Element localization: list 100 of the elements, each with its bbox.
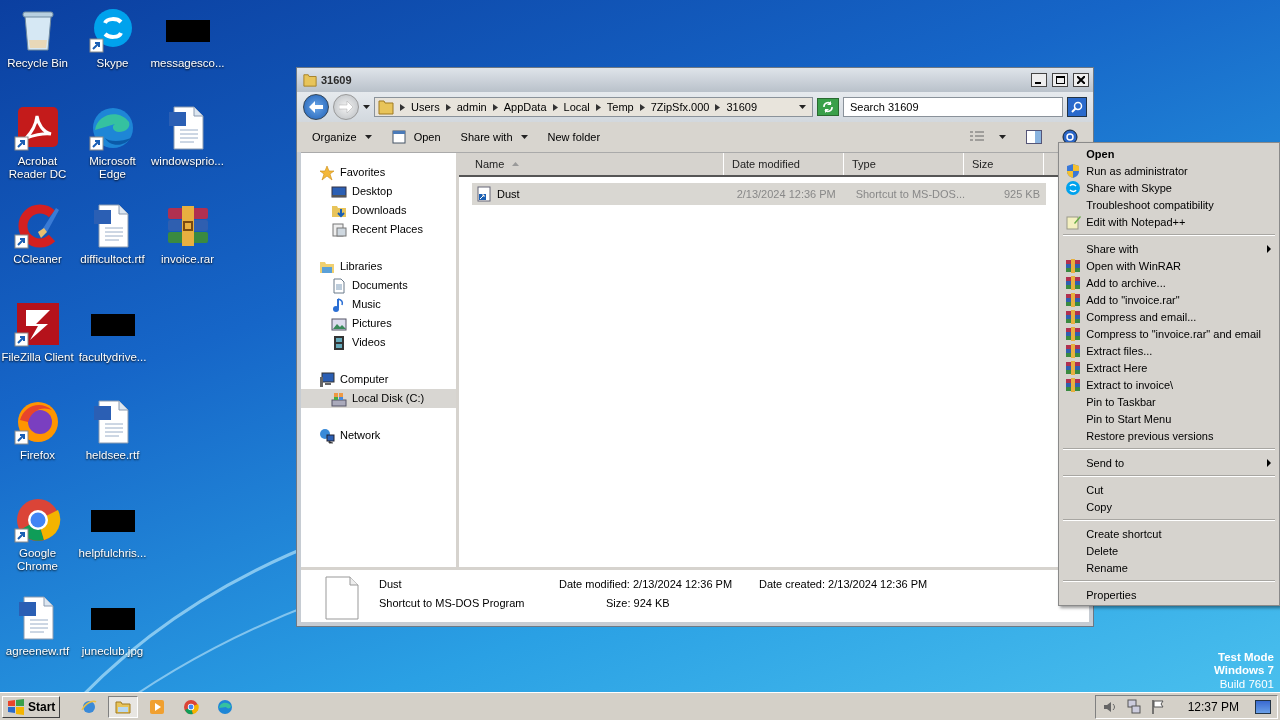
nav-item[interactable]: Desktop [301, 182, 456, 201]
breadcrumb-item[interactable]: Temp [606, 101, 634, 113]
nav-item[interactable]: Recent Places [301, 220, 456, 239]
menu-item[interactable]: Extract files... [1061, 342, 1277, 359]
desktop-shortcut[interactable]: Google Chrome [0, 492, 75, 577]
column-header[interactable]: Type [844, 153, 964, 175]
desktop-shortcut[interactable]: CCleaner [0, 198, 75, 270]
back-button[interactable] [303, 94, 329, 120]
toolbar-button[interactable]: Organize [303, 128, 381, 146]
desktop-shortcut[interactable]: Skype [75, 2, 150, 74]
desktop-shortcut[interactable]: windowsprio... [150, 100, 225, 172]
desktop-shortcut[interactable]: Acrobat Reader DC [0, 100, 75, 185]
desktop-shortcut[interactable]: heldsee.rtf [75, 394, 150, 466]
refresh-icon [822, 101, 834, 113]
breadcrumb-item[interactable]: AppData [503, 101, 547, 113]
search-button[interactable] [1067, 97, 1087, 117]
clock[interactable]: 12:37 PM [1187, 699, 1239, 714]
caret-icon [364, 135, 372, 139]
menu-item[interactable]: Rename [1061, 559, 1277, 576]
menu-item[interactable]: Troubleshoot compatibility [1061, 196, 1277, 213]
maximize-button[interactable] [1052, 73, 1068, 87]
desktop-shortcut[interactable]: juneclub.jpg [75, 590, 150, 662]
nav-item[interactable]: Network [301, 426, 456, 445]
menu-item[interactable]: Delete [1061, 542, 1277, 559]
menu-item[interactable]: Open [1061, 145, 1277, 162]
desktop-shortcut[interactable]: Firefox [0, 394, 75, 466]
column-header[interactable]: Size [964, 153, 1044, 175]
menu-item[interactable]: Extract Here [1061, 359, 1277, 376]
breadcrumb-item[interactable]: admin [456, 101, 487, 113]
chevron-icon [552, 103, 558, 111]
menu-item[interactable]: Edit with Notepad++ [1061, 213, 1277, 230]
search-field[interactable]: Search 31609 [843, 97, 1063, 117]
menu-item[interactable]: Pin to Start Menu [1061, 410, 1277, 427]
desktop-shortcut[interactable]: Recycle Bin [0, 2, 75, 74]
menu-item[interactable]: Compress to "invoice.rar" and email [1061, 325, 1277, 342]
archive-icon [1065, 359, 1082, 376]
nav-item[interactable]: Computer [301, 370, 456, 389]
minimize-button[interactable] [1031, 73, 1047, 87]
desktop-shortcut[interactable]: Microsoft Edge [75, 100, 150, 185]
history-caret-icon [363, 105, 370, 109]
menu-item[interactable]: Add to "invoice.rar" [1061, 291, 1277, 308]
menu-item[interactable]: Cut [1061, 481, 1277, 498]
menu-item[interactable]: Create shortcut [1061, 525, 1277, 542]
submenu-arrow-icon [1267, 244, 1271, 253]
file-row[interactable]: Dust 2/13/2024 12:36 PM Shortcut to MS-DOS... 925 KB [472, 183, 1046, 205]
nav-item[interactable]: Videos [301, 333, 456, 352]
nav-item[interactable]: Documents [301, 276, 456, 295]
desktop-shortcut[interactable]: helpfulchris... [75, 492, 150, 564]
start-button[interactable]: Start [2, 695, 61, 718]
menu-item[interactable]: Share with [1061, 240, 1277, 257]
folder-icon [303, 73, 317, 87]
menu-item[interactable]: Share with Skype [1061, 179, 1277, 196]
menu-item[interactable]: Restore previous versions [1061, 427, 1277, 444]
table-cell-text: 925 KB [1002, 188, 1041, 200]
close-icon [1077, 76, 1085, 84]
details-name: Dust [379, 577, 403, 592]
taskbar-button[interactable] [108, 695, 139, 718]
desktop-shortcut[interactable]: invoice.rar [150, 198, 225, 270]
menu-item[interactable]: Add to archive... [1061, 274, 1277, 291]
chevron-icon [400, 103, 405, 111]
nav-item[interactable]: Downloads [301, 201, 456, 220]
toolbar-button[interactable]: Share with [451, 128, 537, 146]
show-desktop-button[interactable] [1255, 699, 1271, 714]
nav-item[interactable]: Pictures [301, 314, 456, 333]
nav-item[interactable]: Music [301, 295, 456, 314]
address-bar[interactable]: Users admin AppData Local Temp 7ZipSfx.000 31609 [374, 97, 813, 117]
menu-item[interactable]: Extract to invoice\ [1061, 376, 1277, 393]
desktop-shortcut[interactable]: agreenew.rtf [0, 590, 75, 662]
breadcrumb-item[interactable]: 31609 [726, 101, 757, 113]
menu-item[interactable]: Open with WinRAR [1061, 257, 1277, 274]
refresh-button[interactable] [817, 98, 839, 116]
menu-item[interactable]: Run as administrator [1061, 162, 1277, 179]
toolbar-button[interactable]: Open [382, 127, 450, 147]
tray-button[interactable] [1125, 698, 1142, 715]
shortcut-file-icon [476, 186, 492, 202]
menu-item[interactable]: Pin to Taskbar [1061, 393, 1277, 410]
desktop-shortcut[interactable]: difficultoct.rtf [75, 198, 150, 270]
menu-item[interactable]: Send to [1061, 454, 1277, 471]
desktop-shortcut[interactable]: facultydrive... [75, 296, 150, 368]
archive-icon [1065, 257, 1082, 274]
chevron-icon [595, 103, 601, 111]
breadcrumb-item[interactable]: Users [411, 101, 440, 113]
nav-item[interactable]: Local Disk (C:) [301, 389, 456, 408]
desktop-shortcut[interactable]: messagesco... [150, 2, 225, 74]
breadcrumb-item[interactable]: Local [563, 101, 590, 113]
breadcrumb-item[interactable]: 7ZipSfx.000 [650, 101, 710, 113]
open-window-icon [391, 130, 406, 144]
toolbar-button[interactable]: New folder [538, 128, 610, 146]
desktop-shortcut[interactable]: FileZilla Client [0, 296, 75, 368]
tray-button[interactable] [1149, 698, 1166, 715]
nav-item[interactable]: Favorites [301, 163, 456, 182]
column-header[interactable]: Name [459, 153, 724, 175]
menu-item[interactable]: Copy [1061, 498, 1277, 515]
menu-item[interactable]: Properties [1061, 586, 1277, 603]
menu-item[interactable]: Compress and email... [1061, 308, 1277, 325]
close-button[interactable] [1073, 73, 1089, 87]
chevron-icon [715, 103, 721, 111]
column-header[interactable]: Date modified [724, 153, 844, 175]
ring-logo-icon [13, 496, 62, 544]
nav-item[interactable]: Libraries [301, 257, 456, 276]
